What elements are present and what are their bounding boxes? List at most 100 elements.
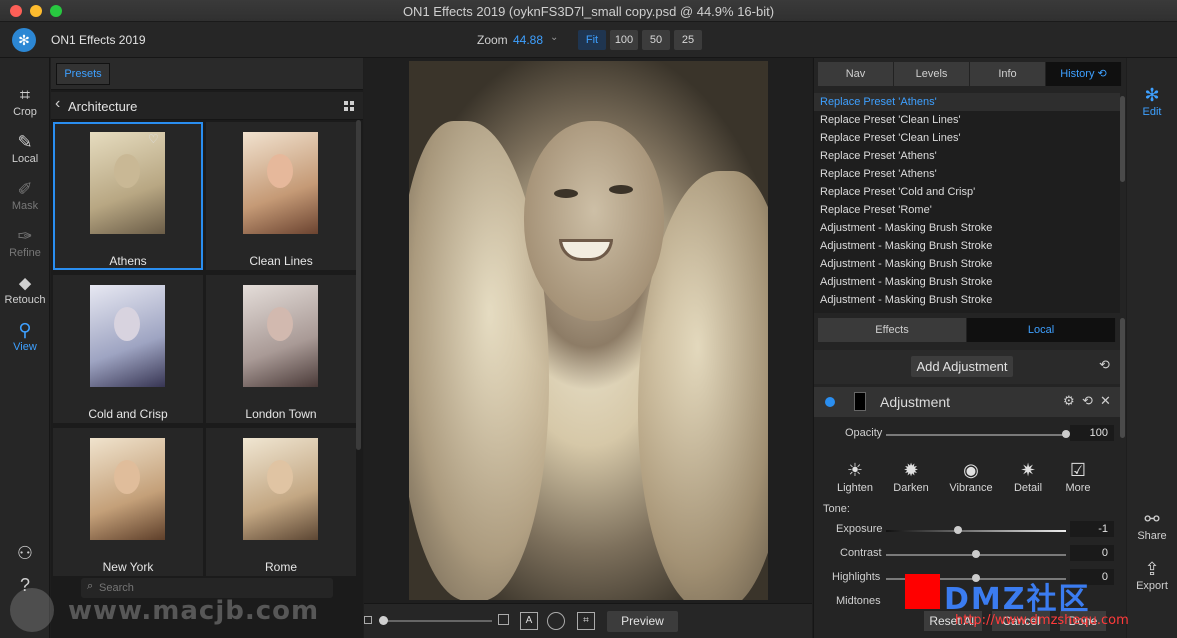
preset-label: Athens: [109, 254, 147, 268]
tab-effects[interactable]: Effects: [818, 318, 967, 342]
tab-levels[interactable]: Levels: [894, 62, 970, 86]
preset-thumbnail: [90, 438, 165, 540]
opacity-slider-knob[interactable]: [1062, 430, 1070, 438]
thumbnail-small-icon: [364, 616, 372, 624]
watermark-left: www.macjb.com: [68, 596, 320, 626]
darken-label: Darken: [893, 482, 929, 494]
view-tool[interactable]: ⚲ View: [0, 319, 50, 353]
mask-thumbnail[interactable]: [854, 392, 866, 411]
preview-button[interactable]: Preview: [607, 611, 678, 632]
history-item[interactable]: Adjustment - Masking Brush Stroke: [814, 255, 1120, 273]
slider-knob[interactable]: [379, 616, 388, 625]
image-canvas[interactable]: [364, 58, 812, 603]
history-item[interactable]: Replace Preset 'Clean Lines': [814, 111, 1120, 129]
grid-view-icon[interactable]: [344, 101, 354, 111]
reset-icon[interactable]: ⟲: [1082, 393, 1093, 409]
preset-thumbnail: [243, 438, 318, 540]
mode-tabs: Effects Local: [818, 318, 1116, 342]
export-button[interactable]: ⇪ Export: [1127, 558, 1177, 592]
history-item[interactable]: Replace Preset 'Cold and Crisp': [814, 183, 1120, 201]
tab-history[interactable]: History ⟲: [1046, 62, 1122, 86]
history-item[interactable]: Replace Preset 'Athens': [814, 93, 1120, 111]
vibrance-button[interactable]: ◉ Vibrance: [945, 458, 997, 494]
history-item[interactable]: Replace Preset 'Athens': [814, 165, 1120, 183]
visibility-toggle[interactable]: [825, 397, 835, 407]
presets-button[interactable]: Presets: [56, 63, 110, 85]
zoom-fit-button[interactable]: Fit: [578, 30, 606, 50]
panel-scrollbar[interactable]: [1120, 318, 1125, 438]
zoom-label: Zoom: [477, 33, 508, 47]
zoom-25-button[interactable]: 25: [674, 30, 702, 50]
tab-nav[interactable]: Nav: [818, 62, 894, 86]
retouch-tool[interactable]: ⬥ Retouch: [0, 272, 50, 306]
portrait-photo[interactable]: [409, 61, 768, 600]
history-item[interactable]: Adjustment - Masking Brush Stroke: [814, 273, 1120, 291]
more-label: More: [1065, 482, 1091, 494]
favorite-heart-icon[interactable]: ♡: [148, 132, 159, 146]
zoom-50-button[interactable]: 50: [642, 30, 670, 50]
preset-browser: Presets ‹ Architecture ♡ Athens Clean Li…: [51, 58, 363, 638]
preset-thumbnail: [90, 285, 165, 387]
mask-view-button[interactable]: [547, 612, 565, 630]
view-tool-label: View: [13, 341, 37, 353]
tab-local[interactable]: Local: [967, 318, 1116, 342]
browser-scrollbar[interactable]: [356, 120, 361, 450]
history-item[interactable]: Replace Preset 'Athens': [814, 147, 1120, 165]
canvas-bottom-bar: A ⌗ Preview: [364, 603, 812, 638]
watermark-red-block: [905, 574, 940, 609]
share-button[interactable]: ⚯ Share: [1127, 508, 1177, 542]
lighten-button[interactable]: ☀ Lighten: [829, 458, 881, 494]
preset-tile-athens[interactable]: ♡ Athens: [53, 122, 203, 270]
chevron-left-icon[interactable]: ‹: [55, 95, 60, 113]
opacity-slider[interactable]: [886, 434, 1066, 436]
zoom-value-field[interactable]: 44.88: [513, 33, 543, 47]
zoom-100-button[interactable]: 100: [610, 30, 638, 50]
gear-icon[interactable]: ⚙: [1063, 393, 1075, 409]
split-view-button[interactable]: ⌗: [577, 612, 595, 630]
mask-brush-icon: ✐: [17, 179, 33, 199]
lighten-label: Lighten: [836, 482, 874, 494]
sparkle-icon: ✷: [1020, 460, 1036, 480]
undo-icon: ⟲: [1097, 68, 1107, 80]
detail-button[interactable]: ✷ Detail: [1002, 458, 1054, 494]
chevron-down-icon[interactable]: ⌄: [550, 32, 558, 43]
preset-tile-london-town[interactable]: London Town: [206, 275, 356, 423]
opacity-value[interactable]: 100: [1070, 425, 1114, 441]
add-adjustment-row: Add Adjustment ⟲: [814, 350, 1120, 384]
history-item[interactable]: Adjustment - Masking Brush Stroke: [814, 237, 1120, 255]
contrast-value[interactable]: 0: [1070, 545, 1114, 561]
refine-tool[interactable]: ✑ Refine: [0, 225, 50, 259]
exposure-value[interactable]: -1: [1070, 521, 1114, 537]
history-scrollbar[interactable]: [1120, 96, 1125, 182]
refine-brush-icon: ✑: [17, 226, 33, 246]
crop-tool[interactable]: ⌗ Crop: [0, 84, 50, 118]
more-button[interactable]: ☑ More: [1052, 458, 1104, 494]
mask-tool[interactable]: ✐ Mask: [0, 178, 50, 212]
preset-tile-new-york[interactable]: New York: [53, 428, 203, 576]
adjustment-header: Adjustment ⚙ ⟲ ✕: [814, 387, 1120, 417]
crop-icon: ⌗: [19, 85, 31, 105]
history-item[interactable]: Replace Preset 'Clean Lines': [814, 129, 1120, 147]
thumbnail-size-slider[interactable]: [382, 620, 492, 622]
compare-view-button[interactable]: A: [520, 612, 538, 630]
search-input[interactable]: [99, 581, 319, 595]
preset-tile-cold-and-crisp[interactable]: Cold and Crisp: [53, 275, 203, 423]
exposure-slider-knob[interactable]: [954, 526, 962, 534]
exposure-slider[interactable]: [886, 530, 1066, 532]
reset-icon[interactable]: ⟲: [1099, 357, 1110, 373]
account-tool[interactable]: ⚇: [0, 542, 50, 564]
history-item[interactable]: Replace Preset 'Rome': [814, 201, 1120, 219]
darken-button[interactable]: ✹ Darken: [885, 458, 937, 494]
contrast-slider-knob[interactable]: [972, 550, 980, 558]
detail-label: Detail: [1013, 482, 1043, 494]
edit-module[interactable]: ✻ Edit: [1127, 84, 1177, 118]
close-icon[interactable]: ✕: [1100, 393, 1111, 409]
preset-tile-clean-lines[interactable]: Clean Lines: [206, 122, 356, 270]
local-tool[interactable]: ✎ Local: [0, 131, 50, 165]
history-item[interactable]: Adjustment - Masking Brush Stroke: [814, 219, 1120, 237]
history-item[interactable]: Adjustment - Masking Brush Stroke: [814, 291, 1120, 309]
preset-tile-rome[interactable]: Rome: [206, 428, 356, 576]
add-adjustment-button[interactable]: Add Adjustment: [911, 356, 1013, 377]
color-wheel-icon: ◉: [963, 460, 979, 480]
tab-info[interactable]: Info: [970, 62, 1046, 86]
